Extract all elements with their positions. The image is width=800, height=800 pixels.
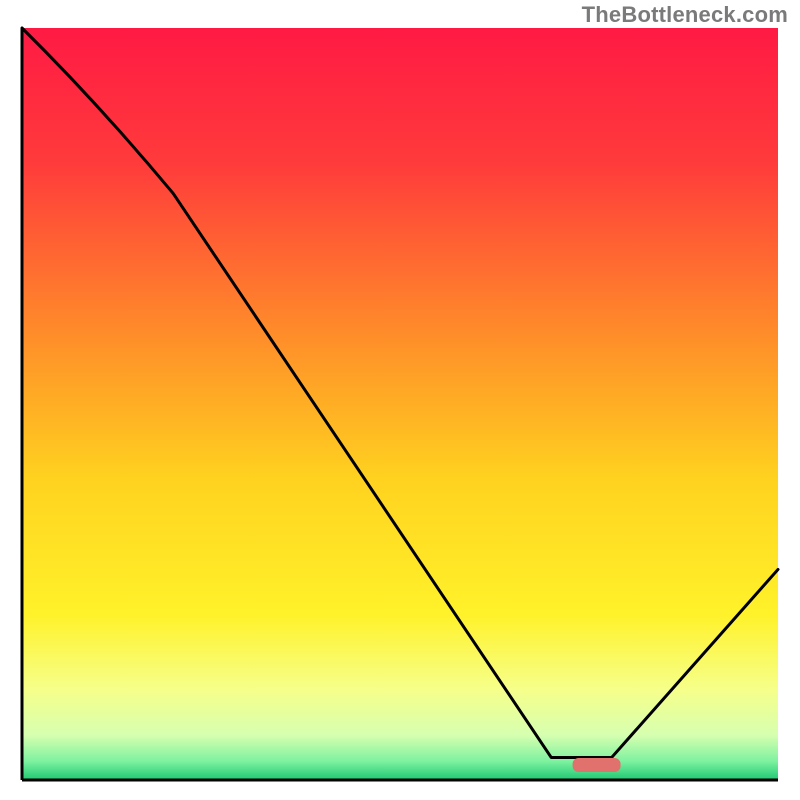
watermark-text: TheBottleneck.com: [582, 2, 788, 28]
plot-background: [22, 28, 778, 780]
bottleneck-chart: [0, 0, 800, 800]
optimal-marker: [573, 758, 621, 772]
chart-container: TheBottleneck.com: [0, 0, 800, 800]
